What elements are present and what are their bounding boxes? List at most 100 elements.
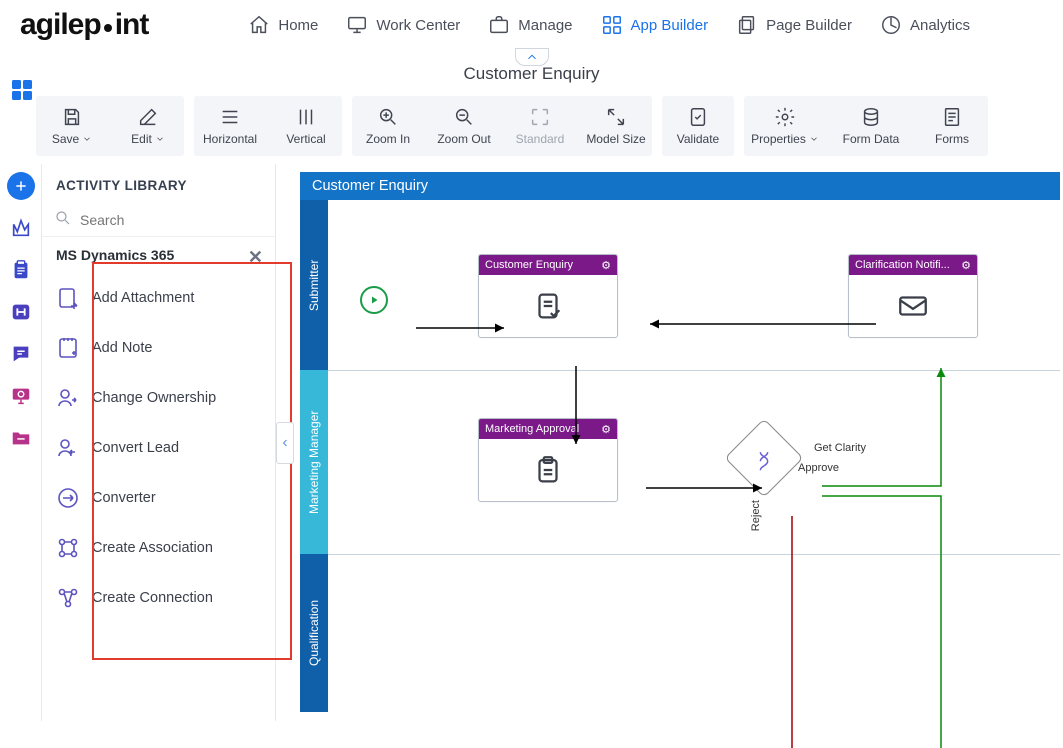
edit-icon xyxy=(137,106,159,128)
search-field[interactable] xyxy=(42,203,275,237)
zoom-out-icon xyxy=(453,106,475,128)
properties-label: Properties xyxy=(751,132,806,146)
canvas[interactable]: Customer Enquiry Submitter Marketing Man… xyxy=(300,172,1060,712)
forms-button[interactable]: Forms xyxy=(916,96,988,156)
decision-icon xyxy=(753,448,775,470)
activity-converter[interactable]: Converter xyxy=(42,473,275,523)
forms-icon xyxy=(941,106,963,128)
nav-work-center[interactable]: Work Center xyxy=(346,14,460,36)
lane-divider xyxy=(328,554,1060,555)
rail-folder-icon[interactable] xyxy=(7,424,35,452)
node-title: Customer Enquiry xyxy=(485,259,573,271)
nav-manage[interactable]: Manage xyxy=(488,14,572,36)
search-input[interactable] xyxy=(80,212,263,228)
edit-button[interactable]: Edit xyxy=(112,96,184,156)
vertical-label: Vertical xyxy=(286,132,325,146)
save-label: Save xyxy=(52,132,79,146)
attachment-icon xyxy=(56,286,80,310)
save-icon xyxy=(61,106,83,128)
activity-label: Add Attachment xyxy=(92,290,194,306)
clipboard-icon xyxy=(531,453,565,487)
lane-divider xyxy=(328,370,1060,371)
activity-create-association[interactable]: Create Association xyxy=(42,523,275,573)
activity-convert-lead[interactable]: Convert Lead xyxy=(42,423,275,473)
activity-label: Convert Lead xyxy=(92,440,179,456)
rail-chat-icon[interactable] xyxy=(7,340,35,368)
form-check-icon xyxy=(531,289,565,323)
validate-label: Validate xyxy=(677,132,719,146)
activity-add-note[interactable]: Add Note xyxy=(42,323,275,373)
vertical-button[interactable]: Vertical xyxy=(270,96,342,156)
activity-panel: ACTIVITY LIBRARY MS Dynamics 365 ✕ Add A… xyxy=(42,164,276,721)
canvas-title: Customer Enquiry xyxy=(300,172,1060,200)
converter-icon xyxy=(56,486,80,510)
page-copy-icon xyxy=(736,14,758,36)
edge-get-clarity: Get Clarity xyxy=(814,442,866,454)
properties-button[interactable]: Properties xyxy=(744,96,826,156)
close-icon[interactable]: ✕ xyxy=(248,247,263,268)
gear-icon[interactable]: ⚙ xyxy=(601,259,611,272)
edit-label: Edit xyxy=(131,132,152,146)
rail-heading-icon[interactable] xyxy=(7,298,35,326)
rail-library-icon[interactable] xyxy=(7,214,35,242)
add-button[interactable] xyxy=(7,172,35,200)
activity-label: Create Connection xyxy=(92,590,213,606)
standard-label: Standard xyxy=(516,132,565,146)
decision-node[interactable] xyxy=(724,418,803,497)
collapse-chevron[interactable] xyxy=(515,48,549,66)
lane-label: Marketing Manager xyxy=(307,410,321,513)
activity-create-connection[interactable]: Create Connection xyxy=(42,573,275,623)
node-customer-enquiry[interactable]: Customer Enquiry ⚙ xyxy=(478,254,618,338)
nav-app-builder[interactable]: App Builder xyxy=(601,14,709,36)
lane-body: Customer Enquiry ⚙ Clarification Notifi..… xyxy=(328,200,1060,712)
briefcase-icon xyxy=(488,14,510,36)
lane-marketing: Marketing Manager xyxy=(300,370,328,554)
vertical-icon xyxy=(295,106,317,128)
top-nav: agilepint Home Work Center Manage App Bu… xyxy=(0,0,1063,50)
node-title: Clarification Notifi... xyxy=(855,259,950,271)
logo-dot xyxy=(104,24,112,32)
gear-icon[interactable]: ⚙ xyxy=(601,423,611,436)
horizontal-button[interactable]: Horizontal xyxy=(194,96,266,156)
model-size-label: Model Size xyxy=(586,132,645,146)
activity-label: Create Association xyxy=(92,540,213,556)
play-icon xyxy=(368,294,380,306)
nav-home[interactable]: Home xyxy=(248,14,318,36)
gear-icon xyxy=(774,106,796,128)
chevron-down-icon xyxy=(809,134,819,144)
logo: agilepint xyxy=(10,8,168,42)
standard-button[interactable]: Standard xyxy=(504,96,576,156)
nav-work-center-label: Work Center xyxy=(376,17,460,34)
node-marketing-approval[interactable]: Marketing Approval⚙ xyxy=(478,418,618,502)
nav-analytics[interactable]: Analytics xyxy=(880,14,970,36)
forms-label: Forms xyxy=(935,132,969,146)
zoom-in-label: Zoom In xyxy=(366,132,410,146)
validate-button[interactable]: Validate xyxy=(662,96,734,156)
standard-icon xyxy=(529,106,551,128)
start-node[interactable] xyxy=(360,286,388,314)
convert-lead-icon xyxy=(56,436,80,460)
form-data-button[interactable]: Form Data xyxy=(830,96,912,156)
rail-monitor-icon[interactable] xyxy=(7,382,35,410)
zoom-in-button[interactable]: Zoom In xyxy=(352,96,424,156)
panel-collapse-handle[interactable] xyxy=(276,422,294,464)
nav-page-builder[interactable]: Page Builder xyxy=(736,14,852,36)
save-button[interactable]: Save xyxy=(36,96,108,156)
activity-add-attachment[interactable]: Add Attachment xyxy=(42,273,275,323)
zoom-out-button[interactable]: Zoom Out xyxy=(428,96,500,156)
rail-clipboard-icon[interactable] xyxy=(7,256,35,284)
note-icon xyxy=(56,336,80,360)
node-clarification[interactable]: Clarification Notifi... ⚙ xyxy=(848,254,978,338)
gear-icon[interactable]: ⚙ xyxy=(961,259,971,272)
mail-icon xyxy=(896,289,930,323)
validate-icon xyxy=(687,106,709,128)
activity-change-ownership[interactable]: Change Ownership xyxy=(42,373,275,423)
monitor-icon xyxy=(346,14,368,36)
home-icon xyxy=(248,14,270,36)
model-size-button[interactable]: Model Size xyxy=(580,96,652,156)
nav-page-builder-label: Page Builder xyxy=(766,17,852,34)
horizontal-label: Horizontal xyxy=(203,132,257,146)
activity-label: Converter xyxy=(92,490,156,506)
lane-submitter: Submitter xyxy=(300,200,328,370)
logo-text-1: agilep xyxy=(20,8,101,41)
